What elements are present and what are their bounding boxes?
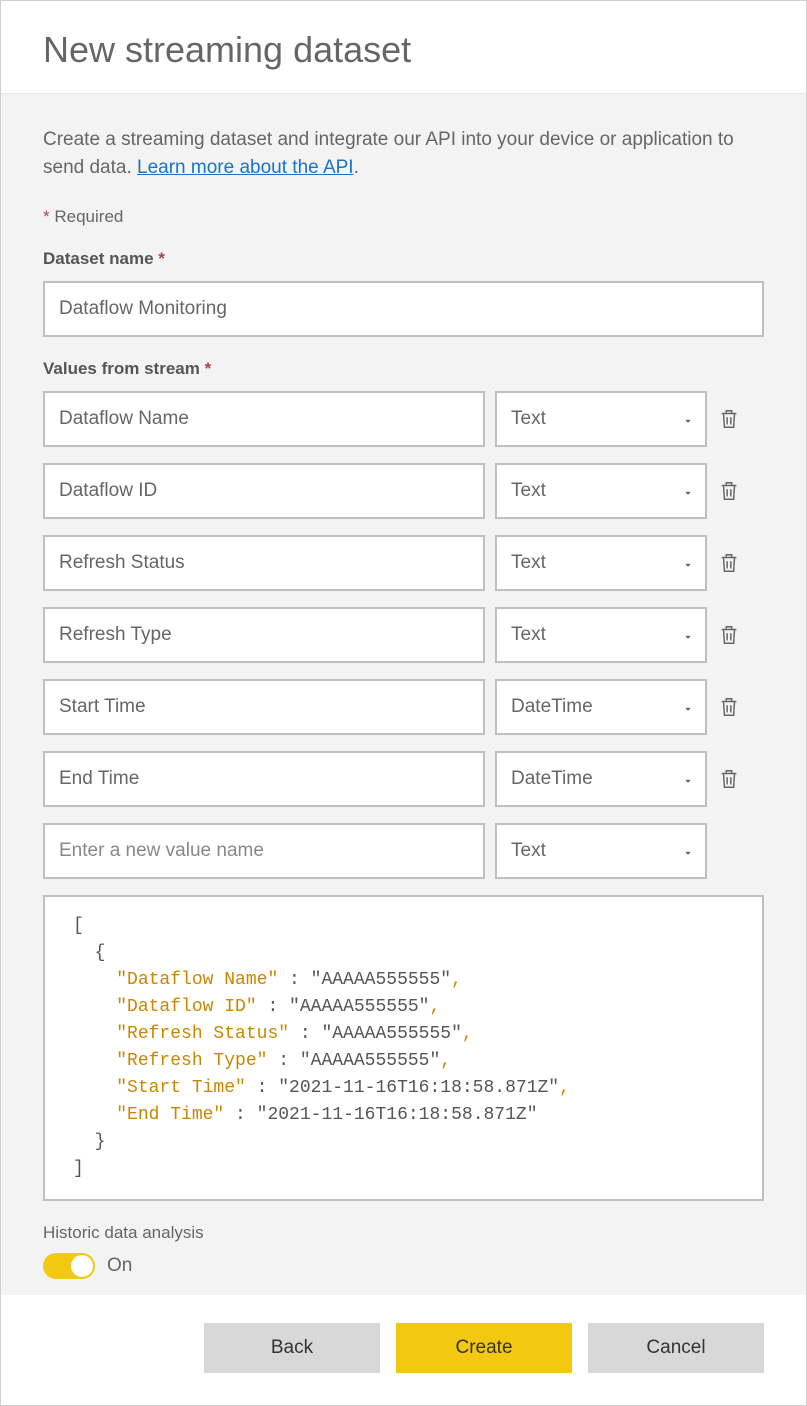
chevron-down-icon: [681, 700, 695, 714]
stream-value-type-select[interactable]: DateTime: [495, 679, 707, 735]
delete-icon[interactable]: [717, 478, 741, 504]
stream-value-type-select[interactable]: Text: [495, 535, 707, 591]
chevron-down-icon: [681, 772, 695, 786]
stream-value-name-input[interactable]: [43, 751, 485, 807]
stream-value-name-input[interactable]: [43, 463, 485, 519]
required-asterisk: *: [43, 207, 50, 226]
back-button[interactable]: Back: [204, 1323, 380, 1373]
stream-type-text: Text: [511, 624, 546, 646]
intro-after: .: [354, 157, 359, 178]
historic-toggle[interactable]: [43, 1253, 95, 1279]
historic-label: Historic data analysis: [43, 1223, 764, 1243]
json-preview: [ { "Dataflow Name" : "AAAAA555555", "Da…: [43, 895, 764, 1201]
required-asterisk: *: [158, 249, 165, 268]
toggle-knob: [71, 1255, 93, 1277]
chevron-down-icon: [681, 556, 695, 570]
learn-more-link[interactable]: Learn more about the API: [137, 157, 354, 178]
stream-value-name-input[interactable]: [43, 607, 485, 663]
stream-value-name-input[interactable]: [43, 679, 485, 735]
dataset-name-input[interactable]: [43, 281, 764, 337]
dialog-body: Create a streaming dataset and integrate…: [1, 94, 806, 1295]
page-title: New streaming dataset: [43, 29, 764, 71]
stream-type-text: Text: [511, 552, 546, 574]
stream-type-text: DateTime: [511, 696, 593, 718]
delete-icon[interactable]: [717, 694, 741, 720]
stream-row: Text: [43, 535, 764, 591]
stream-value-type-select[interactable]: Text: [495, 607, 707, 663]
required-label: Required: [54, 207, 123, 226]
intro-text: Create a streaming dataset and integrate…: [43, 126, 764, 181]
stream-type-text: Text: [511, 408, 546, 430]
stream-type-text: DateTime: [511, 768, 593, 790]
chevron-down-icon: [681, 412, 695, 426]
cancel-button[interactable]: Cancel: [588, 1323, 764, 1373]
historic-toggle-row: On: [43, 1253, 764, 1279]
stream-value-name-input[interactable]: [43, 535, 485, 591]
create-button[interactable]: Create: [396, 1323, 572, 1373]
required-note: * Required: [43, 207, 764, 227]
chevron-down-icon: [681, 484, 695, 498]
dialog-footer: Back Create Cancel: [1, 1295, 806, 1405]
stream-row-new: Text: [43, 823, 764, 879]
delete-icon[interactable]: [717, 622, 741, 648]
stream-value-type-select[interactable]: DateTime: [495, 751, 707, 807]
stream-value-name-input[interactable]: [43, 391, 485, 447]
chevron-down-icon: [681, 844, 695, 858]
stream-value-type-select[interactable]: Text: [495, 463, 707, 519]
stream-row: Text: [43, 607, 764, 663]
delete-icon[interactable]: [717, 406, 741, 432]
stream-row: Text: [43, 463, 764, 519]
stream-value-type-select[interactable]: Text: [495, 391, 707, 447]
stream-rows: Text Text Text Text DateTime DateTime Text: [43, 391, 764, 879]
stream-row: DateTime: [43, 679, 764, 735]
stream-type-text: Text: [511, 840, 546, 862]
dialog-header: New streaming dataset: [1, 1, 806, 94]
values-from-stream-label: Values from stream *: [43, 359, 764, 379]
delete-icon[interactable]: [717, 766, 741, 792]
chevron-down-icon: [681, 628, 695, 642]
stream-type-text: Text: [511, 480, 546, 502]
stream-value-name-input-new[interactable]: [43, 823, 485, 879]
stream-row: Text: [43, 391, 764, 447]
historic-state-text: On: [107, 1255, 132, 1277]
required-asterisk: *: [205, 359, 212, 378]
stream-row: DateTime: [43, 751, 764, 807]
delete-icon[interactable]: [717, 550, 741, 576]
dataset-name-label: Dataset name *: [43, 249, 764, 269]
stream-value-type-select[interactable]: Text: [495, 823, 707, 879]
